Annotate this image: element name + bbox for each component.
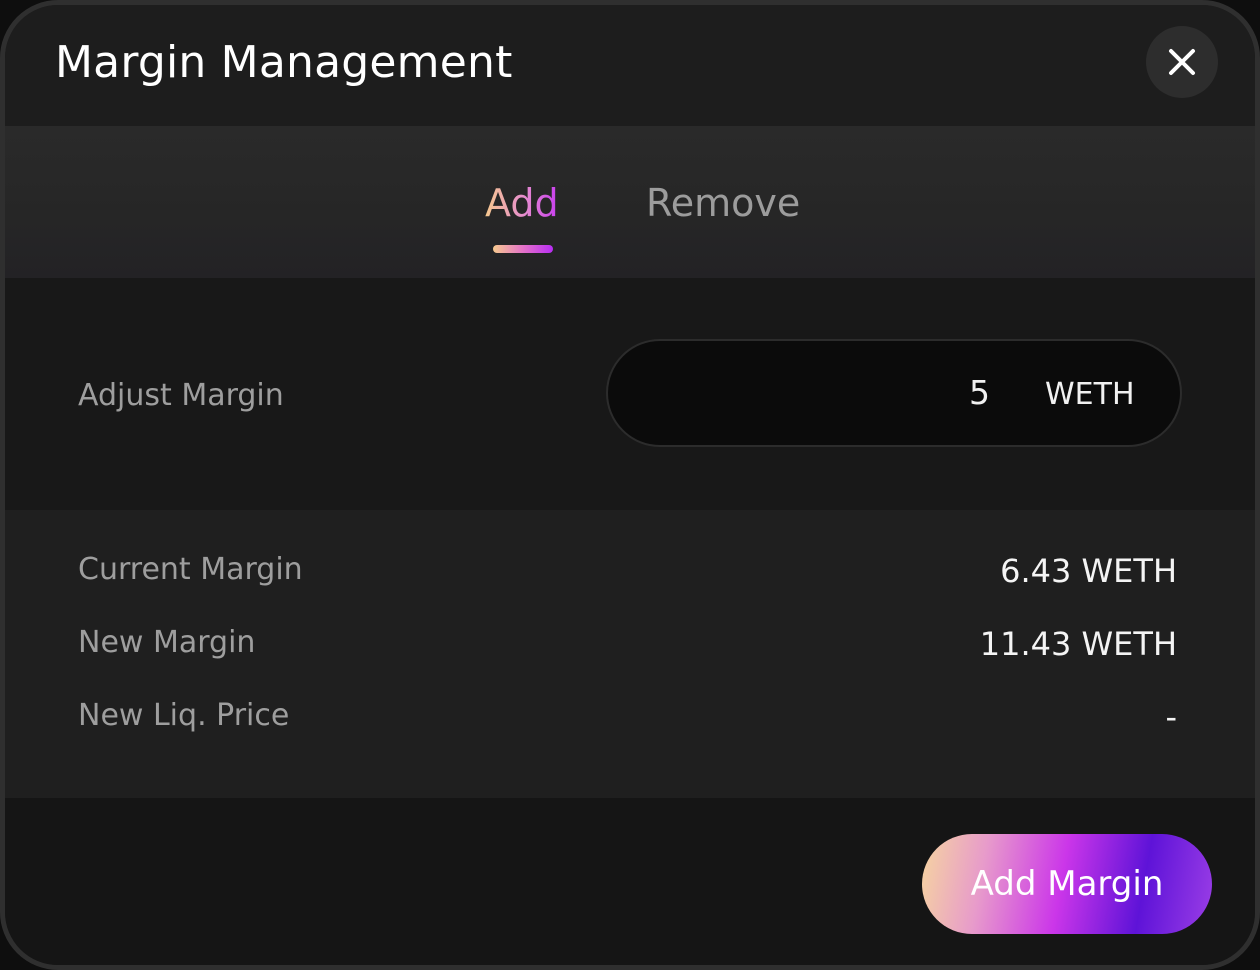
new-margin-label: New Margin	[78, 625, 256, 660]
margin-amount-unit: WETH	[1045, 377, 1135, 412]
margin-amount-field[interactable]: WETH	[606, 339, 1182, 447]
detail-row-current-margin: Current Margin 6.43 WETH	[5, 552, 1255, 592]
margin-management-modal: Margin Management Add Remove Adjust Marg…	[0, 0, 1260, 970]
add-margin-button[interactable]: Add Margin	[922, 834, 1212, 934]
adjust-margin-section: Adjust Margin WETH	[5, 278, 1255, 510]
modal-title: Margin Management	[55, 37, 513, 88]
detail-row-new-margin: New Margin 11.43 WETH	[5, 625, 1255, 665]
tab-bar: Add Remove	[5, 126, 1255, 278]
current-margin-label: Current Margin	[78, 552, 303, 587]
margin-details: Current Margin 6.43 WETH New Margin 11.4…	[5, 510, 1255, 798]
new-liq-price-label: New Liq. Price	[78, 698, 290, 733]
add-margin-button-label: Add Margin	[970, 864, 1164, 904]
active-tab-indicator	[493, 245, 553, 253]
close-button[interactable]	[1146, 26, 1218, 98]
new-margin-value: 11.43 WETH	[979, 625, 1177, 663]
current-margin-value: 6.43 WETH	[1000, 552, 1177, 590]
tab-remove[interactable]: Remove	[646, 181, 800, 225]
detail-row-new-liq-price: New Liq. Price -	[5, 698, 1255, 738]
margin-amount-input[interactable]	[690, 373, 990, 412]
adjust-margin-label: Adjust Margin	[78, 378, 284, 413]
modal-footer: Add Margin	[5, 798, 1255, 965]
close-icon	[1169, 49, 1195, 75]
modal-header: Margin Management	[5, 5, 1255, 126]
tab-add[interactable]: Add	[485, 181, 559, 225]
new-liq-price-value: -	[1165, 698, 1177, 736]
